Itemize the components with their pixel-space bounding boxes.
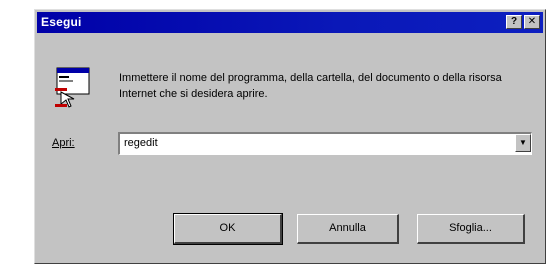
open-input[interactable]: regedit — [124, 137, 158, 149]
ok-button[interactable]: OK — [173, 213, 283, 245]
run-dialog: Esegui ? ✕ Immettere il nome del program… — [34, 9, 546, 264]
prompt-text: Immettere il nome del programma, della c… — [119, 72, 502, 100]
triangle-down-icon[interactable]: ▼ — [515, 134, 531, 152]
help-button[interactable]: ? — [506, 15, 522, 29]
browse-button[interactable]: Sfoglia... — [417, 214, 525, 244]
open-combobox[interactable]: regedit ▼ — [118, 132, 532, 155]
close-button[interactable]: ✕ — [524, 15, 540, 29]
open-label-text: Apri: — [52, 137, 75, 149]
open-label: Apri: — [52, 137, 75, 149]
title-bar[interactable]: Esegui ? ✕ — [37, 12, 543, 33]
window-title: Esegui — [41, 15, 82, 29]
run-program-icon — [55, 67, 90, 108]
cancel-button[interactable]: Annulla — [297, 214, 399, 244]
